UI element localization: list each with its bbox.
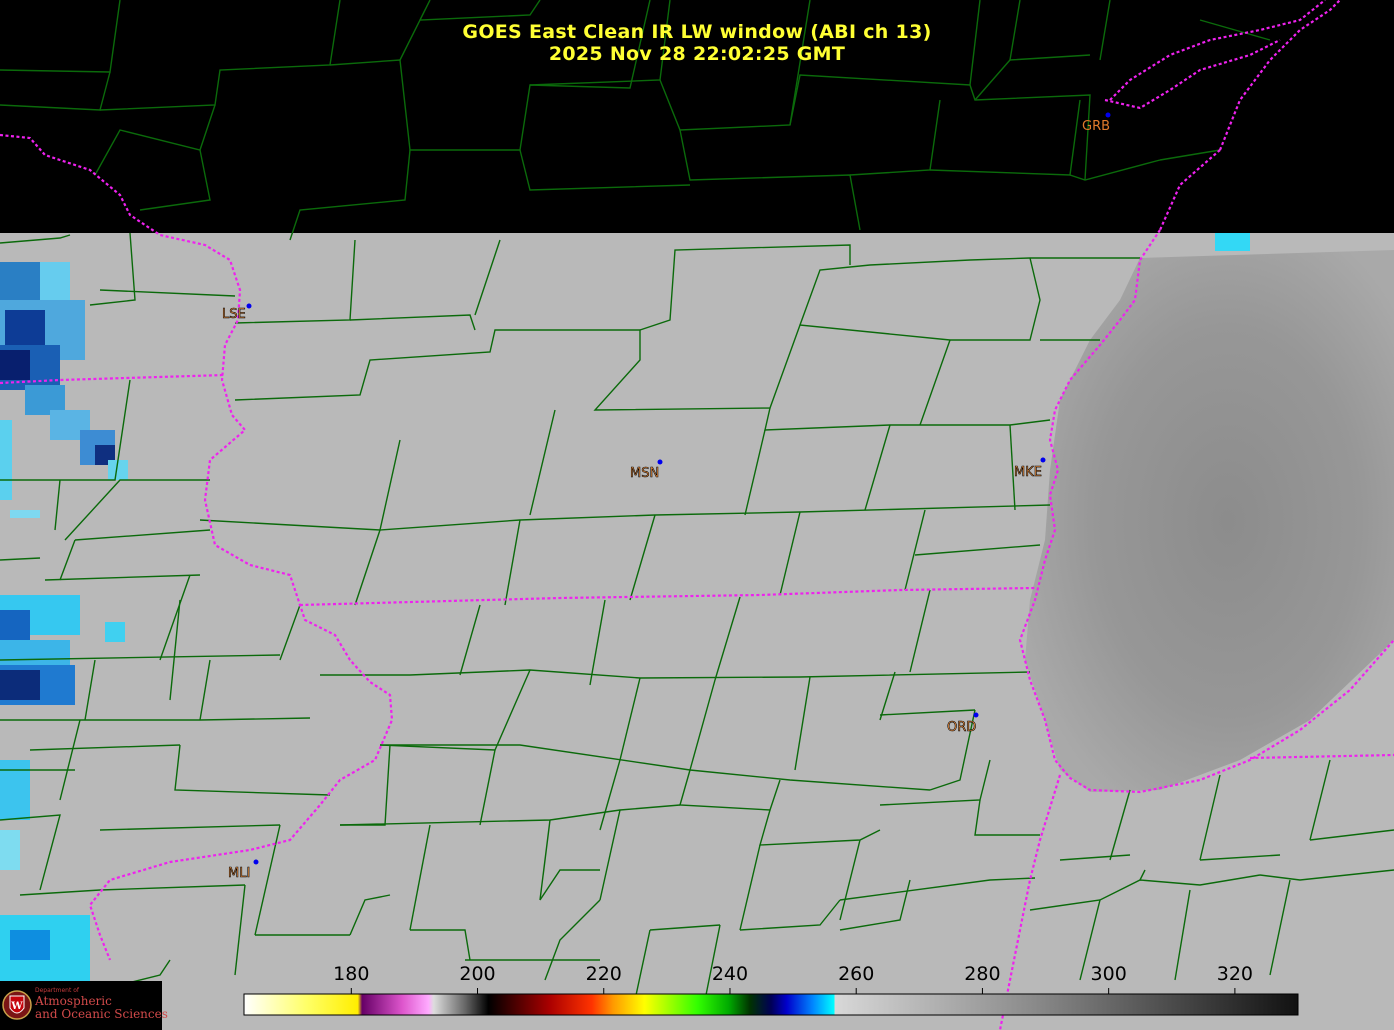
satellite-map: LSE MSN MKE ORD MLI GRB 180 200 220 240 260 2… — [0, 0, 1394, 1030]
colorbar-tick-label: 220 — [586, 963, 622, 985]
station-label-ord: ORD — [947, 720, 976, 735]
colorbar-tick-label: 260 — [838, 963, 874, 985]
station-dot-msn — [657, 459, 663, 465]
station-label-mke: MKE — [1014, 465, 1042, 480]
station-dot-ord — [973, 712, 979, 718]
station-dot-mke — [1040, 457, 1046, 463]
colorbar-tick-label: 320 — [1217, 963, 1253, 985]
colorbar-tick-label: 240 — [712, 963, 748, 985]
satellite-image-viewer: LSE MSN MKE ORD MLI GRB 180 200 220 240 260 2… — [0, 0, 1394, 1030]
uw-crest-icon: W — [2, 990, 32, 1020]
logo-name-line2: and Oceanic Sciences — [35, 1007, 168, 1021]
station-label-mli: MLI — [228, 866, 250, 881]
logo-department-text: Department of — [35, 987, 79, 994]
station-label-grb: GRB — [1082, 119, 1110, 134]
station-dot-mli — [253, 859, 259, 865]
aos-logo: W Department of Atmospheric and Oceanic … — [0, 981, 168, 1030]
svg-text:W: W — [10, 1001, 23, 1012]
station-label-msn: MSN — [630, 466, 659, 481]
station-dot-lse — [246, 303, 252, 309]
station-dot-grb — [1105, 112, 1111, 118]
colorbar-tick-label: 300 — [1091, 963, 1127, 985]
colorbar-tick-label: 180 — [333, 963, 369, 985]
colorbar-gradient — [243, 993, 1299, 1016]
station-label-lse: LSE — [222, 307, 246, 322]
colorbar-tick-label: 200 — [459, 963, 495, 985]
colorbar-tick-label: 280 — [964, 963, 1000, 985]
image-title: GOES East Clean IR LW window (ABI ch 13) — [462, 21, 932, 43]
image-timestamp: 2025 Nov 28 22:02:25 GMT — [548, 43, 846, 65]
